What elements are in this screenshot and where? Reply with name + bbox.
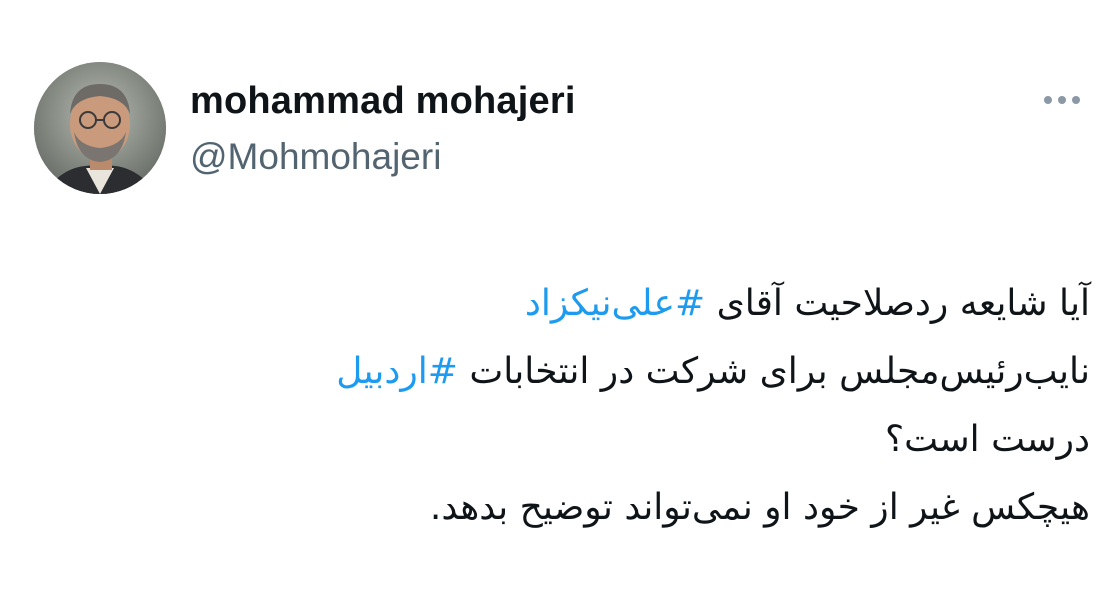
more-options-button[interactable] xyxy=(1034,84,1090,116)
hashtag-link-ali-nikzad[interactable]: #علی‌نیکزاد xyxy=(525,283,705,324)
display-name[interactable]: mohammad mohajeri xyxy=(190,80,576,123)
tweet-line-3: درست است؟ xyxy=(885,419,1090,460)
user-handle[interactable]: @Mohmohajeri xyxy=(190,136,441,178)
tweet-text: آیا شایعه ردصلاحیت آقای #علی‌نیکزاد نایب… xyxy=(100,270,1090,542)
tweet-line-1-text: آیا شایعه ردصلاحیت آقای xyxy=(705,283,1090,324)
hashtag-link-ardabil[interactable]: #اردبیل xyxy=(336,351,458,392)
tweet-line-4: هیچکس غیر از خود او نمی‌تواند توضیح بدهد… xyxy=(429,487,1090,528)
tweet-line-1: آیا شایعه ردصلاحیت آقای #علی‌نیکزاد xyxy=(100,270,1090,338)
tweet-card: mohammad mohajeri @Mohmohajeri آیا شایعه… xyxy=(0,0,1112,613)
profile-photo-icon xyxy=(34,62,166,194)
tweet-line-2-text: نایب‌رئیس‌مجلس برای شرکت در انتخابات xyxy=(457,351,1090,392)
more-horizontal-icon xyxy=(1044,96,1052,104)
more-horizontal-icon-dot-3 xyxy=(1072,96,1080,104)
avatar[interactable] xyxy=(34,62,166,194)
more-horizontal-icon-dot-2 xyxy=(1058,96,1066,104)
tweet-line-2: نایب‌رئیس‌مجلس برای شرکت در انتخابات #ار… xyxy=(100,338,1090,406)
